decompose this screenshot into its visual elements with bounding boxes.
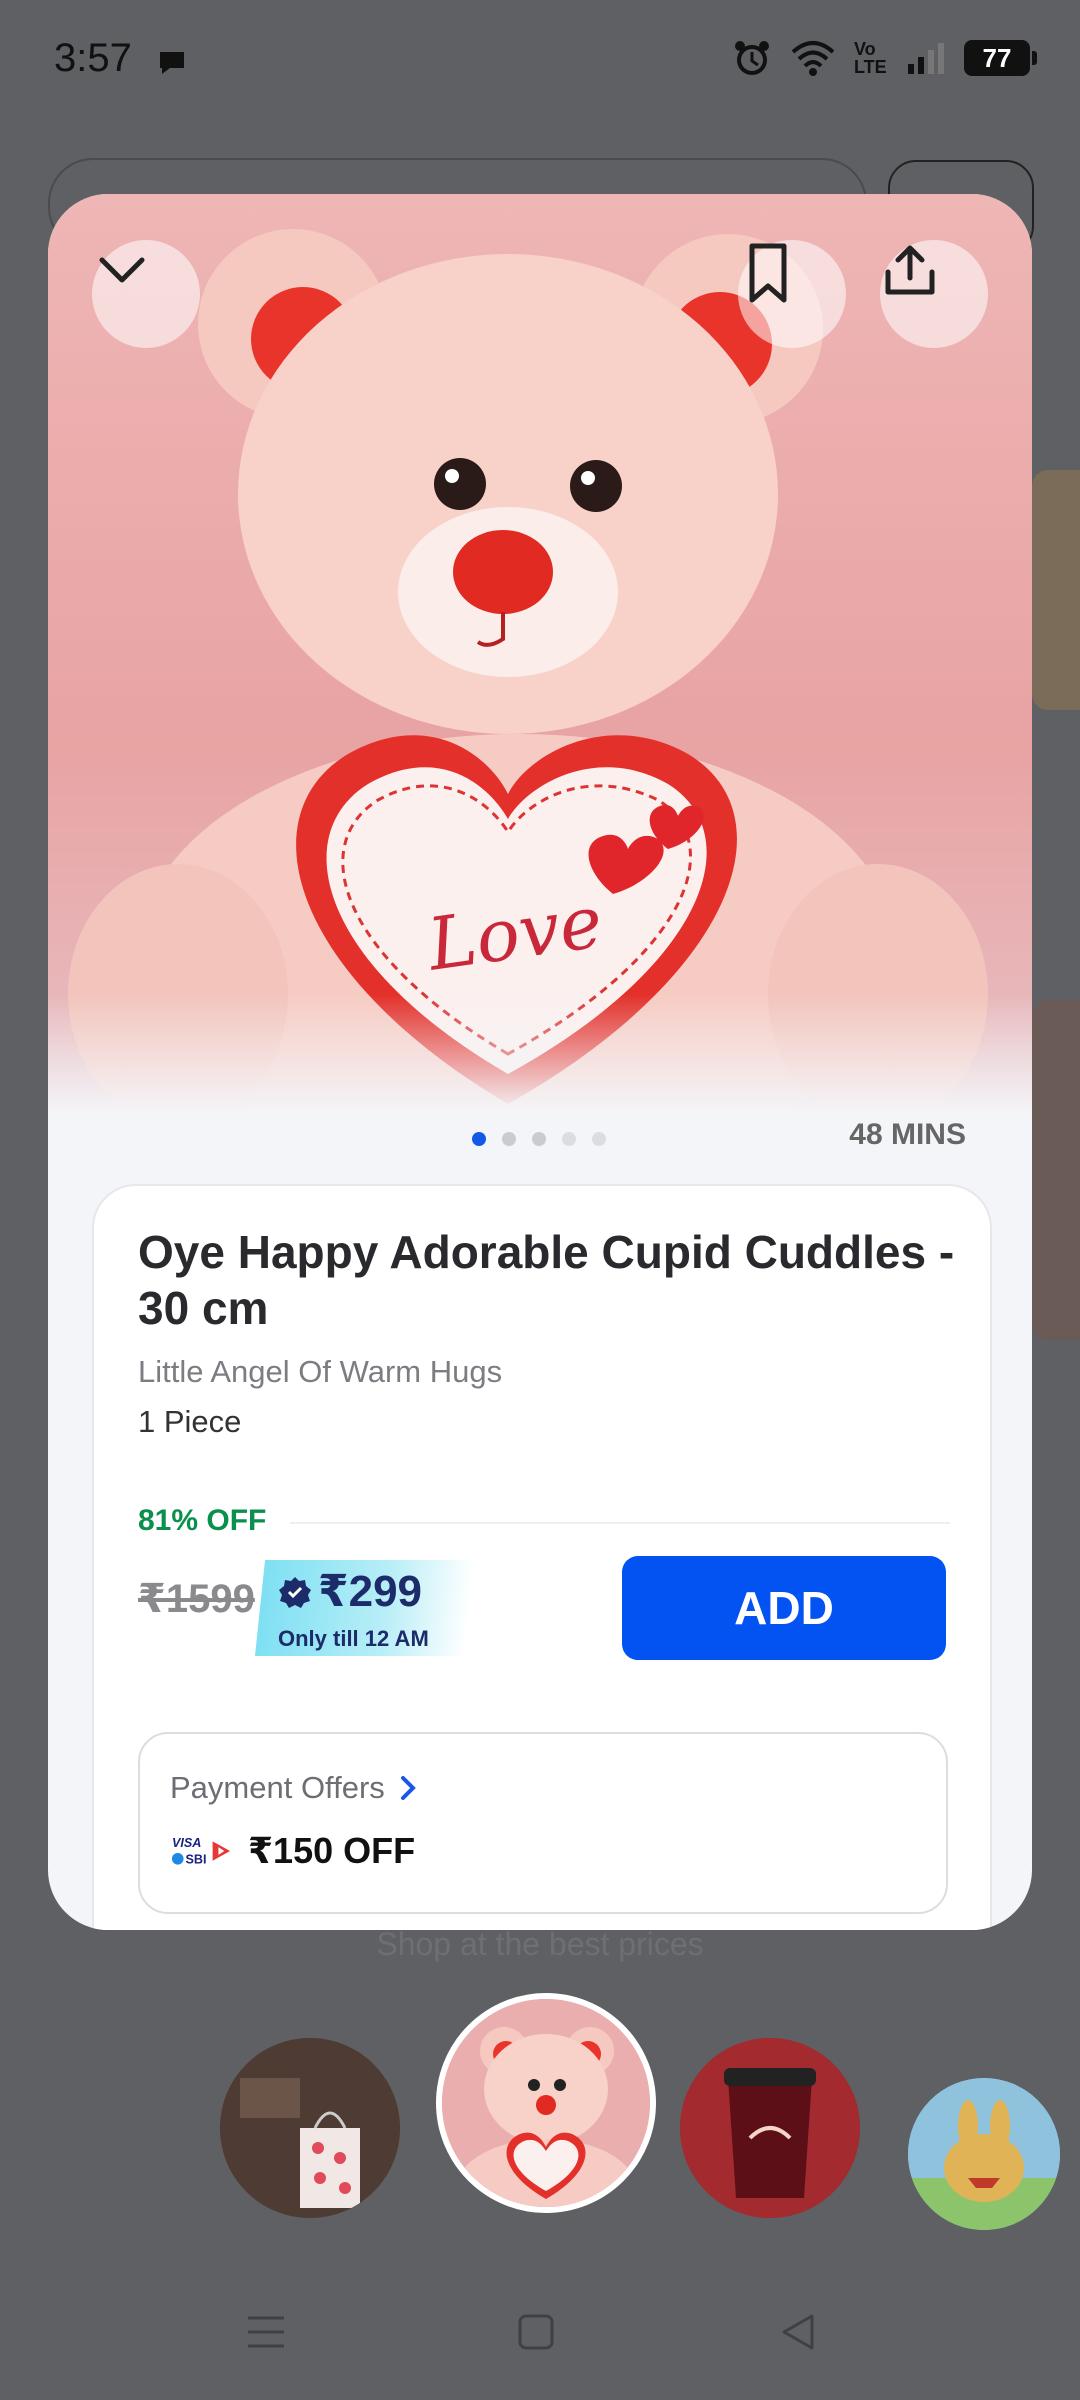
status-time: 3:57 xyxy=(54,36,132,80)
delivery-time: 48 MINS xyxy=(849,1118,966,1151)
chevron-right-icon xyxy=(400,1776,416,1800)
deal-badge-icon xyxy=(279,1576,311,1608)
menu-icon[interactable] xyxy=(246,2310,286,2354)
svg-text:SBI: SBI xyxy=(186,1853,207,1867)
pagination-dot[interactable] xyxy=(502,1132,516,1146)
carousel-thumbnail[interactable] xyxy=(680,2038,860,2218)
collapse-button[interactable] xyxy=(92,240,200,348)
home-square-icon[interactable] xyxy=(516,2310,556,2354)
teddy-thumbnail xyxy=(442,1999,650,2207)
back-triangle-icon[interactable] xyxy=(778,2310,818,2354)
image-fade xyxy=(48,994,1032,1114)
background-product-card xyxy=(1032,470,1080,710)
payment-offer-item: VISA SBI ₹150 OFF xyxy=(170,1830,415,1872)
bookmark-button[interactable] xyxy=(738,240,846,348)
carousel-thumbnail-selected[interactable] xyxy=(436,1993,656,2213)
share-button[interactable] xyxy=(880,240,988,348)
bank-logo-icon: VISA SBI xyxy=(171,1836,231,1867)
background-hint-text: Shop at the best prices xyxy=(376,1926,704,1962)
background-product-card xyxy=(1032,1000,1080,1340)
status-bar: 3:57 Vo LTE 77 xyxy=(0,0,1080,125)
pagination-dot[interactable] xyxy=(532,1132,546,1146)
carousel-thumbnail[interactable] xyxy=(220,2038,400,2218)
price-validity-note: Only till 12 AM xyxy=(278,1626,429,1651)
original-price: ₹1599 xyxy=(138,1577,255,1621)
discount-label: 81% OFF xyxy=(138,1504,267,1537)
product-image[interactable]: Love xyxy=(48,194,1032,1114)
offer-price: ₹299 xyxy=(278,1566,422,1617)
teddy-bear-illustration: Love xyxy=(68,229,988,1114)
carousel-thumbnail[interactable] xyxy=(908,2078,1060,2230)
pagination-dot[interactable] xyxy=(472,1132,486,1146)
product-title: Oye Happy Adorable Cupid Cuddles - 30 cm xyxy=(138,1226,955,1334)
network-label: Vo LTE xyxy=(854,39,887,77)
alarm-icon xyxy=(735,41,769,75)
signal-icon xyxy=(908,43,944,74)
divider xyxy=(290,1522,950,1524)
share-icon xyxy=(885,245,935,295)
wifi-icon xyxy=(791,41,835,76)
pagination-dot[interactable] xyxy=(562,1132,576,1146)
system-navigation-bar xyxy=(0,2290,1080,2400)
product-subtitle: Little Angel Of Warm Hugs xyxy=(138,1354,503,1389)
bookmark-icon xyxy=(749,243,787,303)
chevron-down-icon xyxy=(99,257,145,283)
payment-offers-box[interactable]: Payment Offers VISA SBI ₹150 OFF xyxy=(138,1732,948,1914)
gift-bag-thumbnail xyxy=(220,2038,400,2218)
battery-indicator: 77 xyxy=(964,40,1037,76)
payment-offers-header[interactable]: Payment Offers xyxy=(170,1770,419,1806)
image-pagination xyxy=(472,1132,606,1146)
payment-offers-title: Payment Offers xyxy=(170,1770,385,1805)
chocolate-bunny-thumbnail xyxy=(908,2078,1060,2230)
product-modal: Love 48 MINS Oye Happy Adorable Cupid Cu… xyxy=(48,194,1032,1930)
payment-offer-amount: ₹150 OFF xyxy=(248,1830,416,1871)
chocolate-tub-thumbnail xyxy=(680,2038,860,2218)
chat-notification-icon xyxy=(160,52,184,74)
add-to-cart-button[interactable]: ADD xyxy=(622,1556,946,1660)
price-value: ₹299 xyxy=(318,1567,423,1616)
pagination-dot[interactable] xyxy=(592,1132,606,1146)
svg-text:VISA: VISA xyxy=(172,1836,201,1850)
product-quantity: 1 Piece xyxy=(138,1404,242,1439)
product-info-card: Oye Happy Adorable Cupid Cuddles - 30 cm… xyxy=(92,1184,992,1930)
